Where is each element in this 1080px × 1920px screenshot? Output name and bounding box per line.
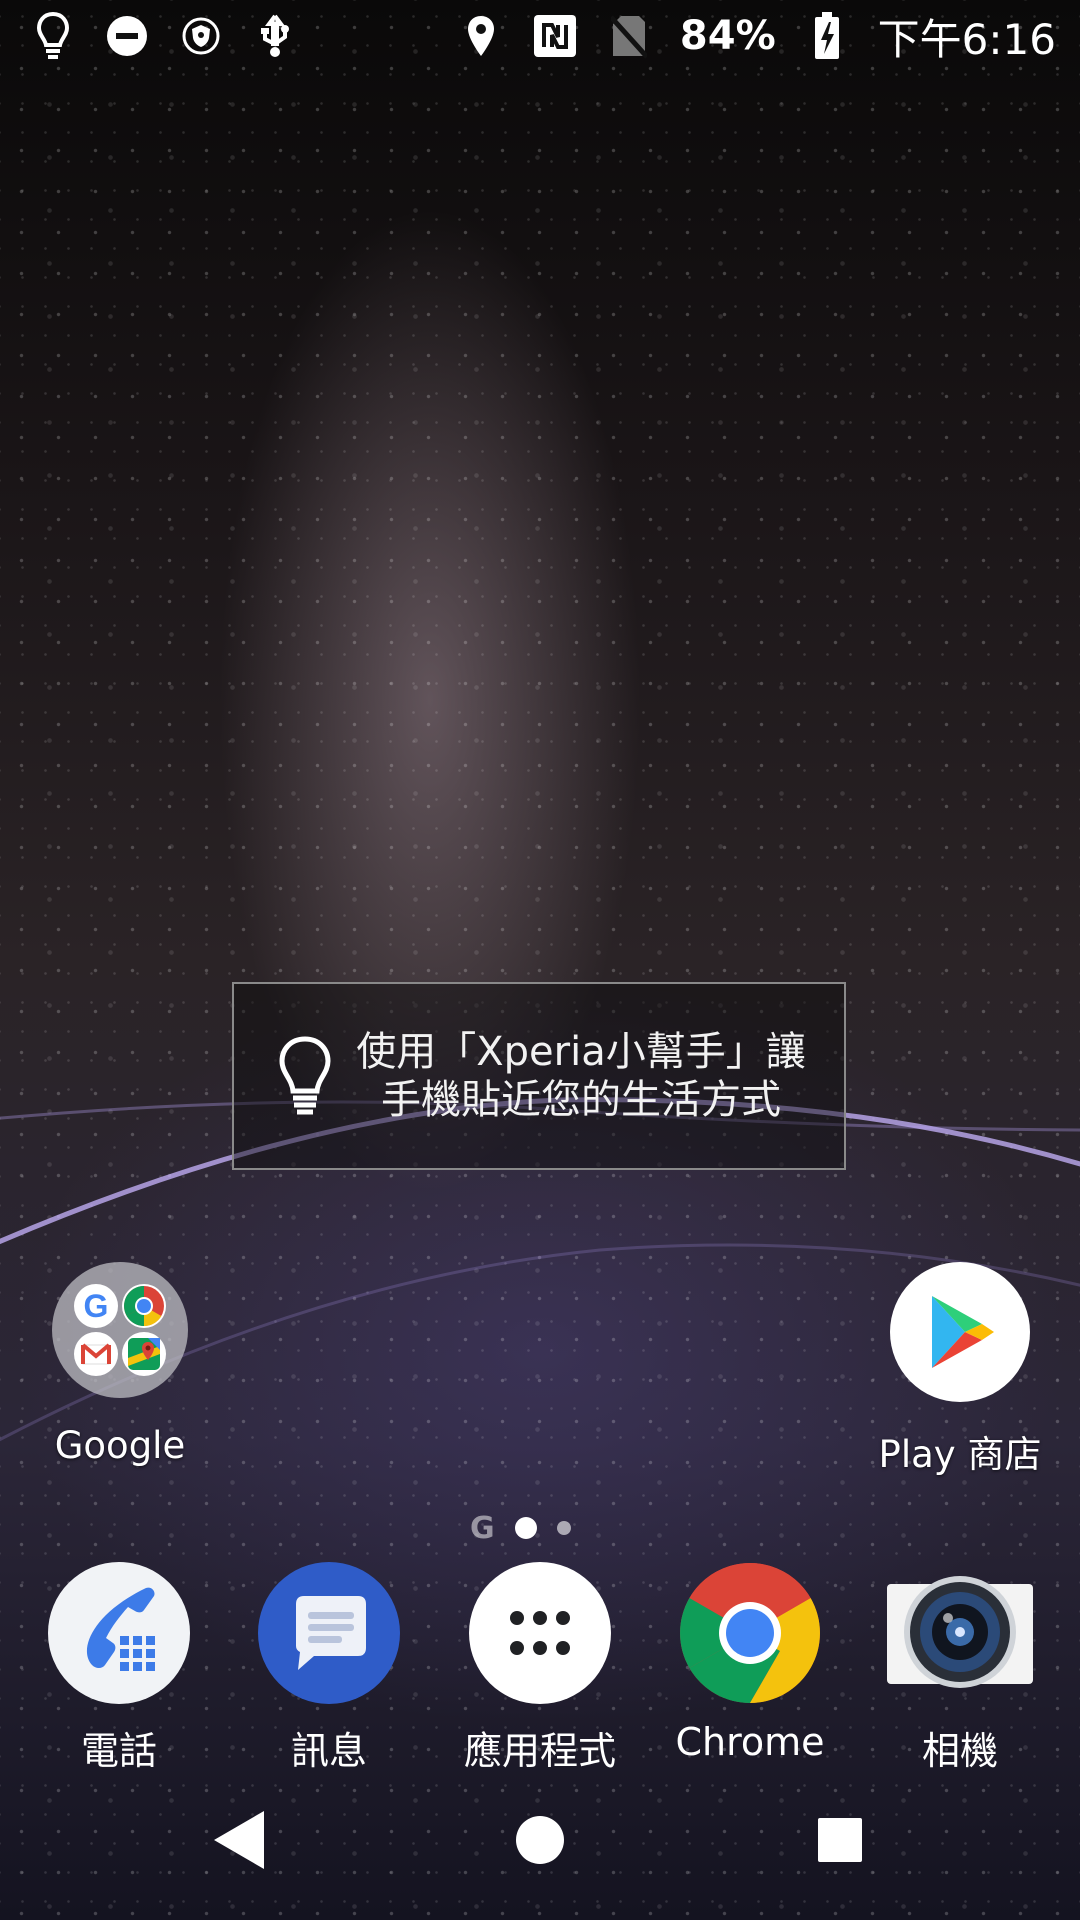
home-screen: 84% 下午6:16 使用「Xperia小幫手」讓 手機貼近您的生活方式 G G… (0, 0, 1080, 1920)
lightbulb-icon (30, 11, 76, 61)
location-icon (458, 11, 504, 61)
dock-messages[interactable]: 訊息 (224, 1562, 434, 1775)
dock-phone-label: 電話 (80, 1729, 157, 1773)
do-not-disturb-icon (104, 11, 150, 61)
google-folder[interactable]: G Google (20, 1262, 220, 1467)
dock-chrome[interactable]: Chrome (645, 1562, 855, 1764)
chrome-icon (122, 1284, 166, 1328)
app-drawer-icon (469, 1562, 611, 1704)
recents-icon[interactable] (800, 1800, 880, 1880)
status-right-icons: 84% 下午6:16 (458, 6, 1056, 67)
maps-icon (122, 1332, 166, 1376)
tip-line-2: 手機貼近您的生活方式 (381, 1077, 781, 1123)
messages-icon (258, 1562, 400, 1704)
xperia-assistant-tip[interactable]: 使用「Xperia小幫手」讓 手機貼近您的生活方式 (232, 982, 846, 1170)
battery-percentage: 84% (679, 13, 776, 59)
clock: 下午6:16 (877, 14, 1056, 64)
chrome-icon (679, 1562, 821, 1704)
vpn-shield-icon (178, 11, 224, 61)
google-folder-label: Google (54, 1424, 186, 1467)
nfc-icon (532, 11, 578, 61)
dock-phone[interactable]: 電話 (14, 1562, 224, 1775)
play-store-label: Play 商店 (878, 1433, 1042, 1476)
play-store-app[interactable]: Play 商店 (860, 1262, 1060, 1478)
page-indicator[interactable]: G (470, 1508, 571, 1548)
battery-charging-icon (804, 11, 850, 61)
usb-icon (252, 11, 298, 61)
page-dot[interactable] (556, 1521, 571, 1535)
dock-app-drawer[interactable]: 應用程式 (435, 1562, 645, 1775)
lightbulb-icon (270, 1035, 340, 1117)
status-bar: 84% 下午6:16 (0, 0, 1080, 72)
tip-text: 使用「Xperia小幫手」讓 手機貼近您的生活方式 (340, 1028, 844, 1124)
back-icon[interactable] (200, 1800, 280, 1880)
status-left-icons (30, 11, 298, 61)
google-icon: G (74, 1284, 118, 1328)
phone-icon (48, 1562, 190, 1704)
camera-icon (885, 1562, 1035, 1704)
no-sim-icon (606, 11, 652, 61)
page-dot-active[interactable] (514, 1517, 537, 1539)
dock-messages-label: 訊息 (290, 1729, 367, 1773)
gmail-icon (74, 1332, 118, 1376)
google-feed-indicator[interactable]: G (470, 1511, 495, 1546)
dock-app-drawer-label: 應用程式 (463, 1729, 616, 1773)
tip-line-1: 使用「Xperia小幫手」讓 (356, 1029, 806, 1075)
play-store-icon (890, 1262, 1030, 1402)
navigation-bar (0, 1790, 1080, 1920)
dock-chrome-label: Chrome (675, 1720, 825, 1764)
google-folder-icon: G (50, 1262, 190, 1402)
svg-text:G: G (84, 1288, 109, 1324)
home-icon[interactable] (500, 1800, 580, 1880)
dock-camera-label: 相機 (921, 1729, 998, 1773)
dock-camera[interactable]: 相機 (855, 1562, 1065, 1775)
